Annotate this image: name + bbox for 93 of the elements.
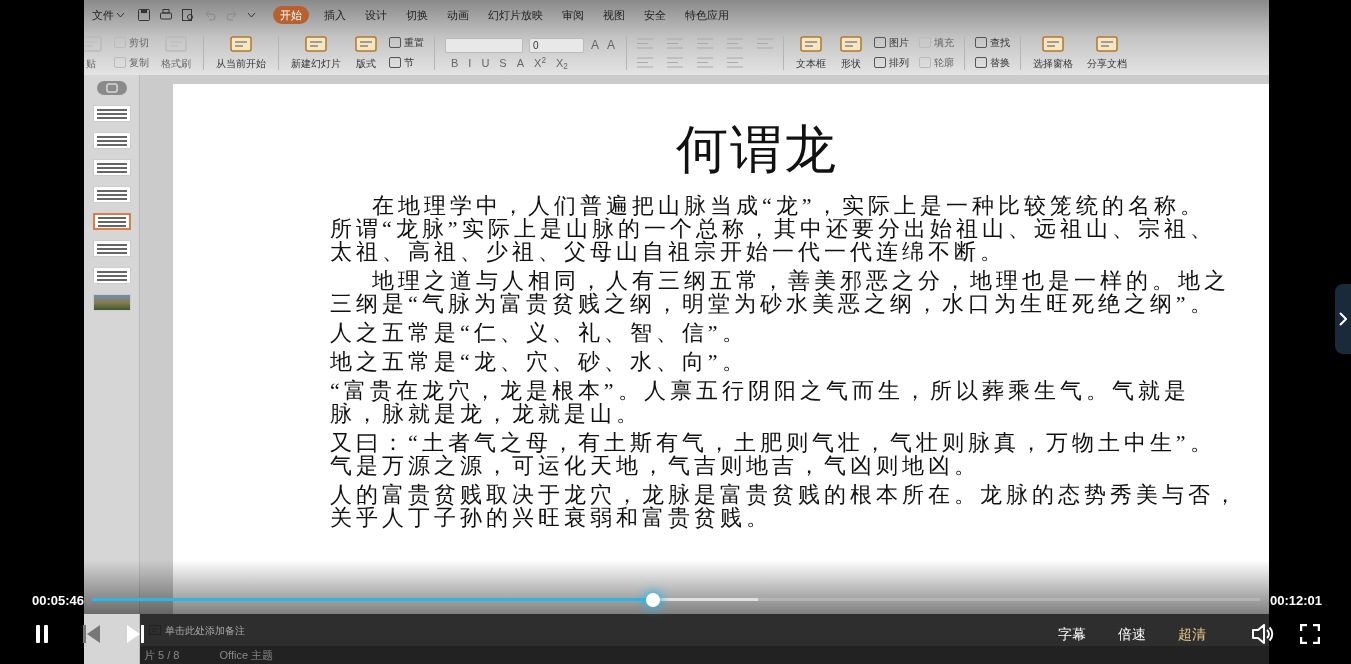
align-lines-icon	[697, 37, 714, 49]
redo-icon	[226, 9, 238, 21]
fullscreen-icon	[1300, 624, 1320, 644]
ribbon-button[interactable]: 新建幻灯片	[289, 34, 343, 71]
player-option[interactable]: 字幕	[1058, 624, 1086, 645]
slide-thumbnail[interactable]	[92, 294, 131, 311]
preview-icon	[182, 9, 194, 21]
progress-slider[interactable]	[92, 593, 1260, 607]
total-time: 00:12:01	[1270, 592, 1323, 610]
square-icon	[114, 57, 126, 68]
ribbon-button[interactable]: 节	[389, 55, 424, 70]
ribbon-tab[interactable]: 设计	[361, 5, 391, 25]
panel-icon	[800, 34, 823, 53]
ribbon-button[interactable]: 形状	[838, 34, 865, 71]
panel-icon	[1042, 34, 1065, 53]
next-button[interactable]	[124, 624, 146, 644]
align-lines-icon	[697, 56, 714, 68]
square-icon	[874, 57, 887, 68]
notes-placeholder[interactable]: 单击此处添加备注	[165, 622, 245, 638]
ribbon-button[interactable]: 排列	[874, 55, 910, 70]
square-icon	[975, 57, 988, 68]
current-time: 00:05:46	[32, 592, 85, 610]
slide-title: 何谓龙	[676, 124, 838, 176]
ribbon-button[interactable]: 重置	[389, 35, 424, 50]
slide-thumbnail[interactable]	[92, 213, 131, 230]
slide-paragraph: 人之五常是“仁、义、礼、智、信”。	[330, 321, 749, 344]
ribbon-tab[interactable]: 视图	[599, 5, 629, 25]
slide-paragraph: 人的富贵贫贱取决于龙穴，龙脉是富贵贫贱的根本所在。龙脉的态势秀美与否， 关乎人丁子孙的兴旺衰弱和富贵贫贱。	[330, 483, 1240, 529]
chevron-right-icon	[1339, 312, 1347, 326]
slide-paragraph: 地之五常是“龙、穴、砂、水、向”。	[330, 350, 749, 373]
volume-button[interactable]	[1251, 623, 1275, 645]
slide-thumbnail[interactable]	[92, 159, 131, 176]
slide-paragraph: 又曰：“土者气之母，有土斯有气，土肥则气壮，气壮则脉真，万物土中生”。 气是万源之源，可运化天地，气吉则地吉，气凶则地凶。	[330, 431, 1217, 477]
align-lines-icon	[667, 37, 684, 49]
slide-thumbnail[interactable]	[92, 132, 131, 149]
file-menu[interactable]: 文件	[92, 6, 124, 24]
slide-thumbnail[interactable]	[92, 240, 131, 257]
ribbon-button[interactable]: 图片	[874, 35, 910, 50]
align-lines-icon	[757, 37, 774, 49]
caret-icon	[117, 12, 124, 18]
ribbon-tab[interactable]: 安全	[640, 5, 670, 25]
theme-name: Office 主题	[219, 649, 274, 661]
square-icon	[389, 37, 401, 48]
slide-thumbnail[interactable]	[92, 186, 131, 203]
panel-icon	[305, 34, 327, 53]
fullscreen-button[interactable]	[1299, 623, 1321, 645]
ribbon-button[interactable]: 从当前开始	[214, 34, 268, 71]
print-icon	[160, 9, 172, 21]
ribbon-tab[interactable]: 审阅	[558, 5, 588, 25]
align-lines-icon	[727, 37, 744, 49]
square-icon	[919, 57, 932, 68]
player-option[interactable]: 超清	[1178, 624, 1206, 645]
panel-icon	[230, 34, 252, 53]
ribbon-button[interactable]: 查找	[975, 35, 1011, 50]
caret-icon	[248, 12, 255, 18]
ribbon-button[interactable]: 分享文档	[1085, 34, 1130, 71]
ribbon-tab[interactable]: 幻灯片放映	[484, 5, 547, 25]
panel-icon	[1096, 34, 1119, 53]
save-icon	[138, 9, 150, 21]
skip-back-icon	[83, 625, 101, 643]
panel-icon	[355, 34, 377, 53]
player-option[interactable]: 倍速	[1118, 624, 1146, 645]
ribbon-tab[interactable]: 开始	[273, 5, 309, 25]
slide-paragraph: 在地理学中，人们普遍把山脉当成“龙”，实际上是一种比较笼统的名称。 所谓“龙脉”实际上是山脉的一个总称，其中还要分出始祖山、远祖山、宗祖、 太祖、高祖、少祖、父母山自祖宗开始一代一代连绵不断。	[330, 194, 1217, 263]
speaker-icon	[1252, 624, 1274, 644]
slide-view-toggle-icon	[96, 81, 127, 95]
panel-icon	[84, 34, 102, 53]
undo-icon	[204, 9, 216, 21]
pause-icon	[35, 625, 49, 643]
slide-thumbnail[interactable]	[92, 105, 131, 122]
slide-paragraph: “富贵在龙穴，龙是根本”。人禀五行阴阳之气而生，所以葬乘生气。气就是 脉，脉就是龙，龙就是山。	[330, 379, 1191, 425]
ribbon-button[interactable]: 选择窗格	[1031, 34, 1076, 71]
square-icon	[975, 37, 988, 48]
ribbon-tab[interactable]: 特色应用	[681, 5, 733, 25]
slide-paragraph: 地理之道与人相同，人有三纲五常，善美邪恶之分，地理也是一样的。地之 三纲是“气脉为富贵贫贱之纲，明堂为砂水美恶之纲，水口为生旺死绝之纲”。	[330, 269, 1231, 315]
align-lines-icon	[637, 37, 654, 49]
ribbon-tab[interactable]: 动画	[443, 5, 473, 25]
align-lines-icon	[667, 56, 684, 68]
skip-forward-icon	[126, 625, 144, 643]
align-lines-icon	[727, 56, 744, 68]
slide-thumbnail[interactable]	[92, 267, 131, 284]
square-icon	[874, 37, 887, 48]
side-panel-toggle[interactable]	[1335, 284, 1351, 354]
slide-counter: 片 5 / 8	[144, 649, 180, 661]
panel-icon	[840, 34, 863, 53]
panel-icon	[165, 34, 187, 53]
ribbon-button[interactable]: 文本框	[794, 34, 829, 71]
square-icon	[389, 57, 401, 68]
ribbon-tab[interactable]: 插入	[320, 5, 350, 25]
ribbon-tab[interactable]: 切换	[402, 5, 432, 25]
ribbon-button[interactable]: 替换	[975, 55, 1011, 70]
ribbon-button[interactable]: 版式	[353, 34, 379, 71]
align-lines-icon	[637, 56, 654, 68]
